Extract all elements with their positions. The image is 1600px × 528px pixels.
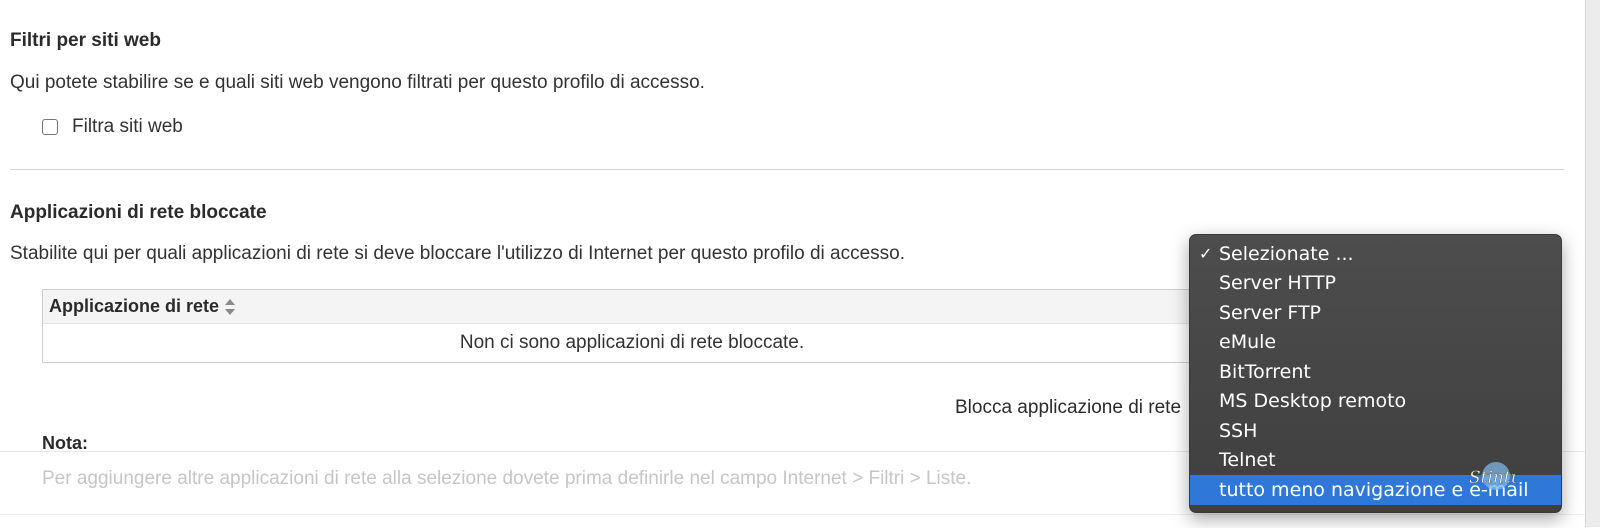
dropdown-option-label: BitTorrent bbox=[1219, 360, 1311, 383]
dropdown-option-label: Selezionate ... bbox=[1219, 242, 1354, 265]
note-text: Per aggiungere altre applicazioni di ret… bbox=[42, 468, 972, 489]
dropdown-option[interactable]: MS Desktop remoto bbox=[1190, 387, 1561, 417]
filter-websites-label: Filtra siti web bbox=[72, 116, 183, 137]
sort-icon[interactable] bbox=[223, 296, 237, 318]
dropdown-option-label: eMule bbox=[1219, 331, 1277, 354]
websites-section-title: Filtri per siti web bbox=[10, 30, 161, 51]
dropdown-option[interactable]: BitTorrent bbox=[1190, 357, 1561, 387]
apps-section-description: Stabilite qui per quali applicazioni di … bbox=[10, 243, 906, 264]
watermark-logo: Stintup bbox=[1469, 462, 1517, 490]
blocked-apps-table: Applicazione di rete Non ci sono applica… bbox=[42, 289, 1222, 363]
filter-websites-checkbox[interactable] bbox=[42, 119, 58, 135]
table-empty-message: Non ci sono applicazioni di rete bloccat… bbox=[459, 332, 805, 353]
dropdown-option[interactable]: Server HTTP bbox=[1190, 269, 1561, 299]
dropdown-option-label: MS Desktop remoto bbox=[1219, 390, 1407, 413]
dropdown-option-label: Server FTP bbox=[1219, 301, 1322, 324]
apps-section-title: Applicazioni di rete bloccate bbox=[10, 202, 267, 223]
svg-text:Stintup: Stintup bbox=[1469, 468, 1517, 488]
dropdown-option[interactable]: SSH bbox=[1190, 416, 1561, 446]
column-header-app[interactable]: Applicazione di rete bbox=[49, 296, 219, 317]
dropdown-option[interactable]: ✓ Selezionate ... bbox=[1190, 239, 1561, 269]
dropdown-option-label: SSH bbox=[1219, 419, 1258, 442]
block-app-label: Blocca applicazione di rete bbox=[955, 397, 1182, 418]
dropdown-option-label: Telnet bbox=[1219, 449, 1276, 472]
section-divider bbox=[10, 169, 1564, 170]
checkmark-icon: ✓ bbox=[1199, 244, 1213, 264]
dropdown-option[interactable]: eMule bbox=[1190, 328, 1561, 358]
table-header[interactable]: Applicazione di rete bbox=[43, 290, 1221, 324]
filter-websites-option[interactable]: Filtra siti web bbox=[42, 116, 183, 138]
websites-section-description: Qui potete stabilire se e quali siti web… bbox=[10, 72, 705, 93]
dropdown-option-label: Server HTTP bbox=[1219, 272, 1336, 295]
footer-rule bbox=[0, 514, 1585, 515]
dropdown-option[interactable]: Server FTP bbox=[1190, 298, 1561, 328]
window-edge bbox=[1585, 0, 1600, 527]
